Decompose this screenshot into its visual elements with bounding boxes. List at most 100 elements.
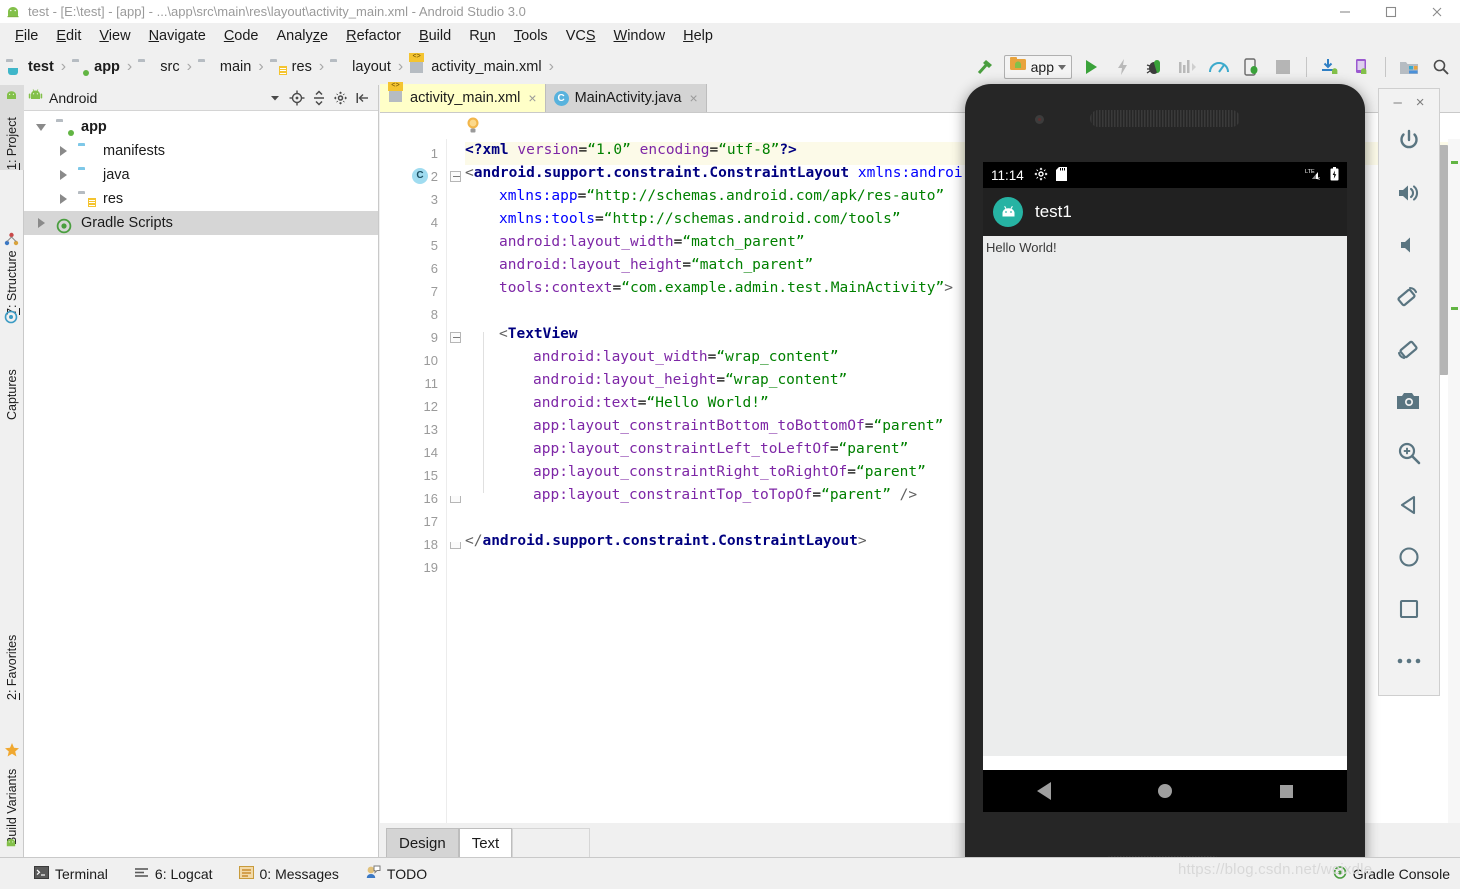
chevron-down-icon[interactable] bbox=[264, 87, 286, 109]
menu-item-build[interactable]: Build bbox=[410, 26, 460, 46]
code-fold-widget[interactable] bbox=[450, 332, 461, 343]
watermark-text: https://blog.csdn.net/weixdle bbox=[1178, 861, 1373, 878]
code-fold-widget[interactable] bbox=[450, 542, 461, 549]
gutter-class-marker[interactable]: C bbox=[412, 168, 428, 184]
back-triangle-icon[interactable] bbox=[1036, 782, 1051, 800]
xml-file-icon: <> bbox=[388, 82, 404, 106]
zoom-button[interactable] bbox=[1379, 427, 1439, 479]
gear-icon[interactable] bbox=[330, 87, 352, 109]
chevron-right-icon[interactable] bbox=[54, 146, 72, 156]
breadcrumb-item-main[interactable]: main bbox=[198, 59, 251, 75]
home-button[interactable] bbox=[1379, 531, 1439, 583]
close-icon[interactable]: × bbox=[528, 90, 536, 106]
lightbulb-icon[interactable] bbox=[465, 116, 481, 139]
run-configuration-selector[interactable]: app bbox=[1003, 55, 1072, 79]
chevron-right-icon[interactable] bbox=[54, 170, 72, 180]
home-circle-icon[interactable] bbox=[1158, 784, 1173, 798]
tree-item-gradle-scripts[interactable]: Gradle Scripts bbox=[24, 211, 378, 235]
minimize-button[interactable] bbox=[1322, 0, 1368, 23]
extended-controls-button[interactable] bbox=[1379, 635, 1439, 687]
line-number: 17 bbox=[423, 514, 438, 529]
emulator-window[interactable]: 11:14 LTE x test1 Hello World! bbox=[965, 84, 1365, 886]
sync-gradle-icon[interactable] bbox=[1317, 54, 1343, 80]
code-folding-column[interactable] bbox=[447, 139, 465, 823]
menu-item-vcs[interactable]: VCS bbox=[557, 26, 605, 46]
stop-icon[interactable] bbox=[1270, 54, 1296, 80]
play-icon[interactable] bbox=[1078, 54, 1104, 80]
menu-item-tools[interactable]: Tools bbox=[505, 26, 557, 46]
close-icon[interactable]: × bbox=[689, 90, 697, 106]
code-fold-widget[interactable] bbox=[450, 171, 461, 182]
device-app-content[interactable]: Hello World! bbox=[983, 236, 1347, 756]
chevron-down-icon[interactable] bbox=[1058, 64, 1066, 70]
menu-item-help[interactable]: Help bbox=[674, 26, 722, 46]
project-view-selector-label[interactable]: Android bbox=[49, 90, 97, 106]
tree-item-app[interactable]: app bbox=[24, 115, 378, 139]
back-button[interactable] bbox=[1379, 479, 1439, 531]
bug-icon[interactable] bbox=[1142, 54, 1168, 80]
code-token: encoding bbox=[639, 142, 710, 158]
rotate-left-button[interactable] bbox=[1379, 271, 1439, 323]
maximize-button[interactable] bbox=[1368, 0, 1414, 23]
rail-tab-captures[interactable]: Captures bbox=[0, 335, 24, 420]
collapse-all-icon[interactable] bbox=[308, 87, 330, 109]
breadcrumb-item-app[interactable]: app bbox=[72, 59, 120, 76]
emulator-screen[interactable]: 11:14 LTE x test1 Hello World! bbox=[983, 162, 1347, 812]
editor-tab-mainactivity-java[interactable]: C MainActivity.java × bbox=[544, 84, 707, 112]
editor-vertical-scrollbar[interactable] bbox=[1439, 145, 1448, 375]
rail-tab-7--structure[interactable]: 7: Structure bbox=[0, 210, 24, 315]
status-item-terminal[interactable]: Terminal bbox=[34, 865, 108, 882]
breadcrumb-item-src[interactable]: src bbox=[138, 59, 179, 75]
editor-marker-column[interactable] bbox=[1448, 139, 1460, 823]
tree-item-manifests[interactable]: manifests bbox=[24, 139, 378, 163]
menu-item-file[interactable]: File bbox=[6, 26, 47, 46]
status-item-logcat[interactable]: 6: Logcat bbox=[134, 866, 213, 882]
editor-mode-tab-text[interactable]: Text bbox=[458, 828, 513, 857]
attach-debugger-icon[interactable] bbox=[1238, 54, 1264, 80]
menu-item-view[interactable]: View bbox=[90, 26, 139, 46]
editor-tab-activity-main-xml[interactable]: <> activity_main.xml × bbox=[380, 82, 545, 112]
breadcrumb-item-test[interactable]: test bbox=[6, 59, 54, 75]
status-item-todo[interactable]: TODO bbox=[365, 865, 427, 882]
overview-button[interactable] bbox=[1379, 583, 1439, 635]
menu-item-code[interactable]: Code bbox=[215, 26, 268, 46]
chevron-right-icon[interactable] bbox=[32, 218, 50, 228]
recents-square-icon[interactable] bbox=[1280, 784, 1294, 798]
lightning-icon[interactable] bbox=[1110, 54, 1136, 80]
menu-item-window[interactable]: Window bbox=[605, 26, 675, 46]
emulator-close-button[interactable]: × bbox=[1416, 94, 1425, 111]
code-fold-widget[interactable] bbox=[450, 496, 461, 503]
power-button[interactable] bbox=[1379, 115, 1439, 167]
hide-panel-icon[interactable] bbox=[352, 87, 374, 109]
menu-item-navigate[interactable]: Navigate bbox=[140, 26, 215, 46]
screenshot-button[interactable] bbox=[1379, 375, 1439, 427]
menu-item-run[interactable]: Run bbox=[460, 26, 505, 46]
chevron-down-icon[interactable] bbox=[32, 123, 50, 131]
tree-item-java[interactable]: java bbox=[24, 163, 378, 187]
emulator-minimize-button[interactable]: – bbox=[1393, 94, 1401, 111]
breadcrumb-item-activity-main-xml[interactable]: <> activity_main.xml bbox=[409, 53, 542, 75]
rotate-right-button[interactable] bbox=[1379, 323, 1439, 375]
gauge-icon[interactable] bbox=[1206, 54, 1232, 80]
status-item-messages[interactable]: 0: Messages bbox=[238, 865, 339, 882]
volume-down-button[interactable] bbox=[1379, 219, 1439, 271]
chevron-right-icon[interactable] bbox=[54, 194, 72, 204]
tree-item-res[interactable]: res bbox=[24, 187, 378, 211]
status-item-label: 6: Logcat bbox=[154, 865, 213, 882]
editor-mode-tab-design[interactable]: Design bbox=[386, 828, 459, 857]
menu-item-refactor[interactable]: Refactor bbox=[337, 26, 410, 46]
sdk-manager-icon[interactable] bbox=[1396, 54, 1422, 80]
volume-up-button[interactable] bbox=[1379, 167, 1439, 219]
rail-tab-2--favorites[interactable]: 2: Favorites bbox=[0, 595, 24, 700]
coverage-icon[interactable] bbox=[1174, 54, 1200, 80]
menu-item-edit[interactable]: Edit bbox=[47, 26, 90, 46]
window-controls bbox=[1322, 0, 1460, 23]
hammer-icon[interactable] bbox=[972, 54, 998, 80]
target-icon[interactable] bbox=[286, 87, 308, 109]
close-button[interactable] bbox=[1414, 0, 1460, 23]
menu-item-analyze[interactable]: Analyze bbox=[268, 26, 338, 46]
breadcrumb-item-layout[interactable]: layout bbox=[330, 59, 391, 75]
search-icon[interactable] bbox=[1428, 54, 1454, 80]
avd-manager-icon[interactable] bbox=[1349, 54, 1375, 80]
breadcrumb-item-res[interactable]: res bbox=[270, 59, 312, 75]
